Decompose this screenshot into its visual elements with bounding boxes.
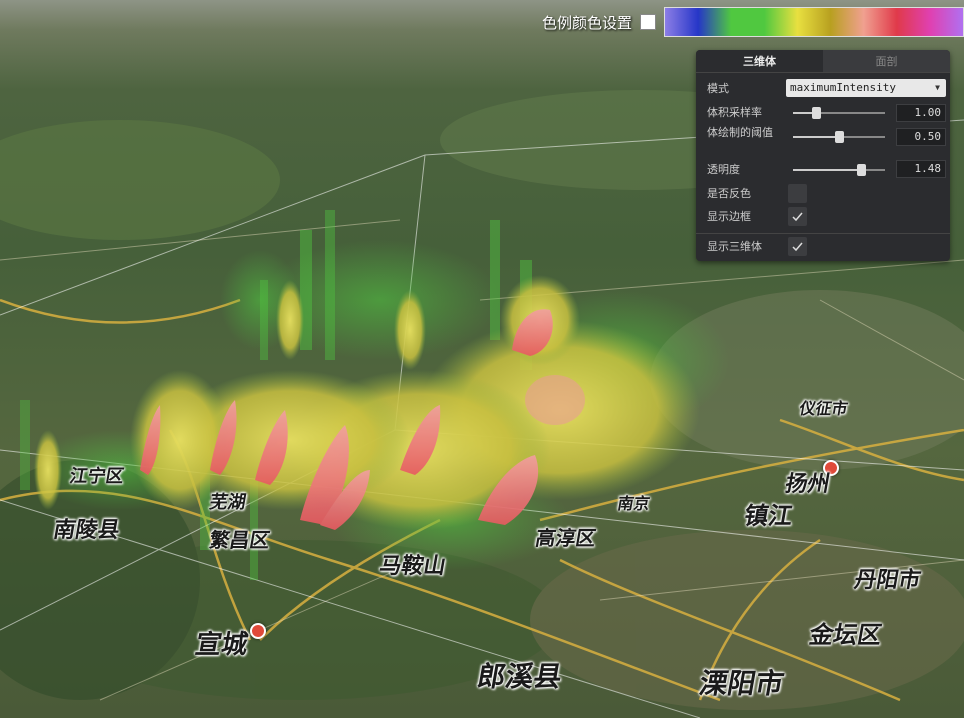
checkmark-icon xyxy=(792,242,803,252)
sampling-label: 体积采样率 xyxy=(707,106,762,119)
checkmark-icon xyxy=(792,212,803,222)
label-liyang: 溧阳市 xyxy=(696,667,787,700)
tab-volume[interactable]: 三维体 xyxy=(696,50,823,72)
label-nanling: 南陵县 xyxy=(51,518,122,543)
panel-tabs: 三维体 面剖 xyxy=(696,50,950,73)
label-danyang: 丹阳市 xyxy=(852,568,923,593)
volume-control-panel: 三维体 面剖 模式 maximumIntensity ▼ 体积采样率 1.00 … xyxy=(696,50,950,261)
label-jintan: 金坛区 xyxy=(807,621,885,649)
show-volume-label: 显示三维体 xyxy=(707,240,762,253)
mode-label: 模式 xyxy=(707,82,729,95)
invert-row: 是否反色 xyxy=(696,184,950,204)
show-border-checkbox[interactable] xyxy=(788,207,807,226)
opacity-slider-fill xyxy=(793,169,862,171)
opacity-label: 透明度 xyxy=(707,163,740,176)
label-maanshan: 马鞍山 xyxy=(377,554,448,579)
invert-label: 是否反色 xyxy=(707,187,751,200)
opacity-slider-handle[interactable] xyxy=(857,164,867,176)
label-langxi: 郎溪县 xyxy=(474,660,565,693)
threshold-slider[interactable] xyxy=(793,131,885,143)
opacity-row: 透明度 1.48 xyxy=(696,160,950,180)
threshold-slider-fill xyxy=(793,136,839,138)
tab-section[interactable]: 面剖 xyxy=(823,50,950,72)
sampling-value[interactable]: 1.00 xyxy=(896,104,946,122)
threshold-label: 体绘制的阈值 xyxy=(707,126,773,139)
label-gaochun: 高淳区 xyxy=(533,526,598,550)
mode-select-value: maximumIntensity xyxy=(790,81,896,94)
threshold-row: 体绘制的阈值 0.50 xyxy=(696,126,950,152)
panel-divider xyxy=(696,233,950,234)
threshold-value[interactable]: 0.50 xyxy=(896,128,946,146)
mode-select[interactable]: maximumIntensity ▼ xyxy=(786,79,946,97)
show-border-row: 显示边框 xyxy=(696,207,950,227)
colorbar-settings-checkbox[interactable] xyxy=(640,14,656,30)
label-jiangning: 江宁区 xyxy=(67,466,126,487)
label-xuancheng: 宣城 xyxy=(192,630,251,660)
label-zhenjiang: 镇江 xyxy=(742,502,796,530)
sampling-slider[interactable] xyxy=(793,107,885,119)
sampling-row: 体积采样率 1.00 xyxy=(696,102,950,122)
label-nanjing: 南京 xyxy=(616,494,652,513)
show-volume-row: 显示三维体 xyxy=(696,237,950,257)
show-border-label: 显示边框 xyxy=(707,210,751,223)
show-volume-checkbox[interactable] xyxy=(788,237,807,256)
label-yizheng: 仪征市 xyxy=(798,399,850,418)
city-marker-xuancheng xyxy=(250,623,266,639)
colorbar-gradient xyxy=(664,7,964,37)
invert-checkbox[interactable] xyxy=(788,184,807,203)
label-fanchang: 繁昌区 xyxy=(207,528,272,552)
sampling-slider-handle[interactable] xyxy=(812,107,821,119)
colorbar-legend: 色例颜色设置 xyxy=(542,6,964,38)
opacity-slider[interactable] xyxy=(793,164,885,176)
mode-row: 模式 maximumIntensity ▼ xyxy=(696,78,950,98)
label-yangzhou: 扬州 xyxy=(783,472,832,497)
chevron-down-icon: ▼ xyxy=(935,83,940,92)
label-wuhu: 芜湖 xyxy=(207,492,248,513)
opacity-value[interactable]: 1.48 xyxy=(896,160,946,178)
colorbar-label: 色例颜色设置 xyxy=(541,13,632,32)
threshold-slider-handle[interactable] xyxy=(835,131,844,143)
